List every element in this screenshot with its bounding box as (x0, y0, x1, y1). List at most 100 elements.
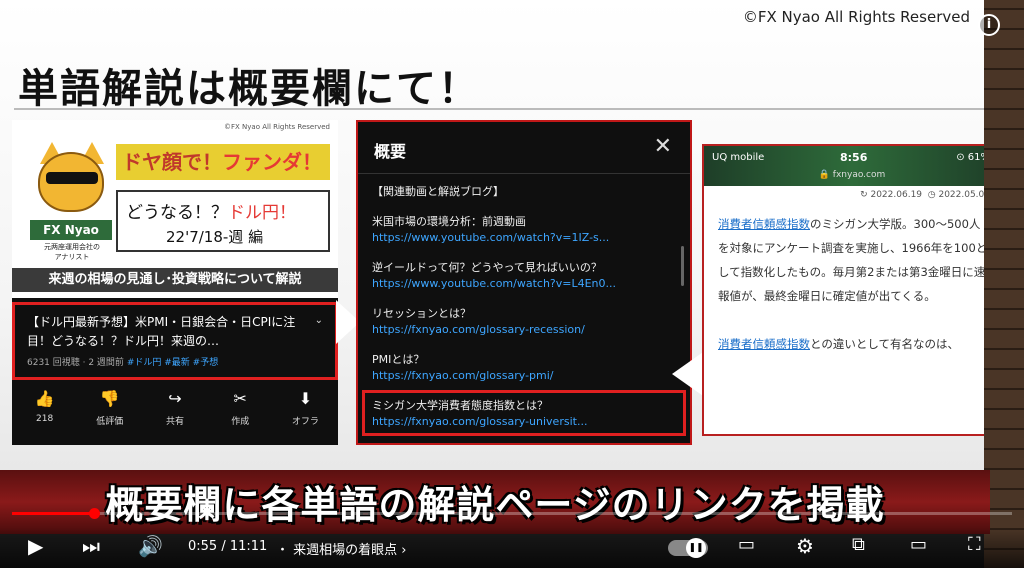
thumbnail-headline: ドヤ顔で！ファンダ！ (116, 144, 330, 180)
description-panel: 概要 ✕ 【関連動画と解説ブログ】 米国市場の環境分析：前週動画 https:/… (356, 120, 692, 445)
thumbnail-box: どうなる！？ドル円！ 22'7/18-週 編 (116, 190, 330, 252)
remix-label: 作成 (231, 417, 250, 427)
volume-icon[interactable]: 🔊 (138, 534, 163, 558)
miniplayer-icon[interactable]: ⧉ (852, 534, 865, 555)
battery-icon: ⊙ (956, 152, 968, 163)
box-line2: 22'7/18-週 編 (166, 228, 264, 246)
headline-accent: ファンダ！ (222, 150, 322, 174)
dislike-icon: 👎 (99, 389, 120, 408)
carrier-label: UQ mobile (712, 152, 765, 163)
description-text: リセッションとは？ (372, 307, 471, 320)
thumbnail-banner: 来週の相場の見通し･投資戦略について解説 (12, 268, 338, 292)
like-icon: 👍 (34, 389, 55, 408)
slide: ©FX Nyao All Rights Reserved 単語解説は概要欄にて！… (0, 0, 1002, 500)
description-heading: 【関連動画と解説ブログ】 (372, 185, 504, 198)
description-link[interactable]: https://fxnyao.com/glossary-recession/ (372, 322, 678, 338)
scrollbar[interactable] (681, 246, 684, 286)
like-button[interactable]: 👍 218 (12, 388, 77, 438)
phone-status-bar: UQ mobile 8:56 ⊙ 61% 🔒 fxnyao.com (704, 146, 1000, 186)
callout-arrow (672, 350, 706, 398)
address-bar[interactable]: 🔒 fxnyao.com (704, 170, 1000, 180)
article-text: との違いとして有名なのは、 (810, 337, 960, 351)
box-line1-pre: どうなる！？ (126, 203, 228, 223)
hashtag-link[interactable]: #ドル円 (127, 358, 162, 368)
article-body: 消費者信頼感指数のミシガン大学版。300〜500人を対象にアンケート調査を実施し… (718, 212, 990, 356)
title-divider (14, 108, 990, 110)
offline-button[interactable]: ⬇ オフラ (273, 388, 338, 438)
fullscreen-icon[interactable]: ⛶ (968, 534, 981, 555)
highlight-box (362, 390, 686, 436)
play-icon[interactable]: ▶ (28, 534, 43, 558)
share-icon: ↪ (168, 389, 182, 408)
remix-icon: ✂ (233, 389, 247, 408)
video-thumbnail[interactable]: ©FX Nyao All Rights Reserved FX Nyao 元两座… (12, 120, 338, 298)
article-link[interactable]: 消費者信頼感指数 (718, 217, 810, 231)
dislike-button[interactable]: 👎 低評価 (77, 388, 142, 438)
video-title-highlight[interactable]: 【ドル円最新予想】米PMI・日銀会合・日CPIに注目！どうなる！？ドル円！来週の… (12, 302, 338, 380)
slide-caption: 概要欄に各単語の解説ページのリンクを掲載 (105, 483, 885, 527)
action-bar: 👍 218 👎 低評価 ↪ 共有 ✂ 作成 ⬇ オフラ (12, 388, 338, 438)
description-link[interactable]: https://www.youtube.com/watch?v=1IZ-s... (372, 230, 678, 246)
description-header: 概要 ✕ (358, 122, 690, 174)
time-current: 0:55 (188, 539, 218, 554)
info-icon[interactable]: i (978, 14, 1000, 36)
description-item: 逆イールドって何？どうやって見ればいいの？ https://www.youtub… (372, 260, 678, 292)
description-item: PMIとは？ https://fxnyao.com/glossary-pmi/ (372, 352, 678, 384)
url-text: fxnyao.com (832, 170, 886, 180)
copyright-text: ©FX Nyao All Rights Reserved (742, 8, 970, 26)
video-meta: 6231 回視聴 · 2 週間前 #ドル円 #最新 #予想 (27, 355, 325, 368)
chevron-down-icon[interactable]: ⌄ (315, 315, 323, 326)
next-icon[interactable]: ⏭ (82, 534, 100, 558)
like-count: 218 (36, 414, 54, 424)
time-display: 0:55 / 11:11 (188, 539, 268, 554)
channel-badge: FX Nyao (30, 220, 112, 240)
view-count: 6231 回視聴 · 2 週間前 (27, 358, 124, 368)
share-label: 共有 (166, 417, 185, 427)
gear-icon[interactable]: ⚙ (796, 534, 814, 558)
lock-icon: 🔒 (818, 170, 833, 180)
progress-fill (12, 512, 94, 515)
box-line1: どうなる！？ドル円！ (126, 198, 296, 223)
description-text: 逆イールドって何？どうやって見ればいいの？ (372, 261, 602, 274)
headline-pre: ドヤ顔で！ (122, 150, 222, 174)
description-text: PMIとは？ (372, 353, 425, 366)
remix-button[interactable]: ✂ 作成 (208, 388, 273, 438)
description-item: 米国市場の環境分析：前週動画 https://www.youtube.com/w… (372, 214, 678, 246)
clock-icon: ◷ (927, 190, 939, 200)
updated-date: 2022.06.19 (870, 190, 923, 200)
offline-icon: ⬇ (298, 389, 313, 408)
pause-icon: ❚❚ (686, 538, 706, 558)
description-text: 米国市場の環境分析：前週動画 (372, 215, 526, 228)
article-dates: ↻ 2022.06.19 ◷ 2022.05.01 (860, 190, 990, 200)
article-link[interactable]: 消費者信頼感指数 (718, 337, 810, 351)
description-link[interactable]: https://www.youtube.com/watch?v=L4En0... (372, 276, 678, 292)
subtitles-icon[interactable]: ▭ (738, 534, 755, 555)
autoplay-toggle[interactable]: ❚❚ (668, 538, 708, 558)
theater-mode-icon[interactable]: ▭ (910, 534, 927, 555)
cat-mascot-icon (32, 142, 112, 230)
offline-label: オフラ (291, 417, 319, 427)
description-item: リセッションとは？ https://fxnyao.com/glossary-re… (372, 306, 678, 338)
slide-title: 単語解説は概要欄にて！ (18, 66, 480, 112)
hashtag-link[interactable]: #予想 (193, 358, 219, 368)
youtube-video-card: ©FX Nyao All Rights Reserved FX Nyao 元两座… (12, 120, 338, 445)
background-wall (984, 0, 1024, 568)
dislike-label: 低評価 (96, 417, 124, 427)
hashtag-link[interactable]: #最新 (164, 358, 190, 368)
clock: 8:56 (840, 151, 868, 164)
share-button[interactable]: ↪ 共有 (142, 388, 207, 438)
time-total: 11:11 (229, 539, 268, 554)
description-title: 概要 (374, 142, 407, 161)
box-line1-accent: ドル円！ (228, 203, 296, 223)
description-link[interactable]: https://fxnyao.com/glossary-pmi/ (372, 368, 678, 384)
browser-screenshot: UQ mobile 8:56 ⊙ 61% 🔒 fxnyao.com ↻ 2022… (702, 144, 1002, 436)
close-icon[interactable]: ✕ (654, 134, 672, 159)
player-controls: ▶ ⏭ 🔊 0:55 / 11:11 ・ 来週相場の着眼点 › ❚❚ ▭ ⚙ ⧉… (0, 528, 1024, 568)
channel-subtitle: 元两座運用会社の アナリスト (44, 243, 100, 261)
progress-bar[interactable] (12, 508, 1012, 519)
scrubber-handle[interactable] (89, 508, 100, 519)
chapter-button[interactable]: ・ 来週相場の着眼点 › (276, 539, 406, 558)
published-date: 2022.05.01 (938, 190, 990, 200)
description-item: 【関連動画と解説ブログ】 (372, 184, 678, 200)
refresh-icon: ↻ (860, 190, 871, 200)
